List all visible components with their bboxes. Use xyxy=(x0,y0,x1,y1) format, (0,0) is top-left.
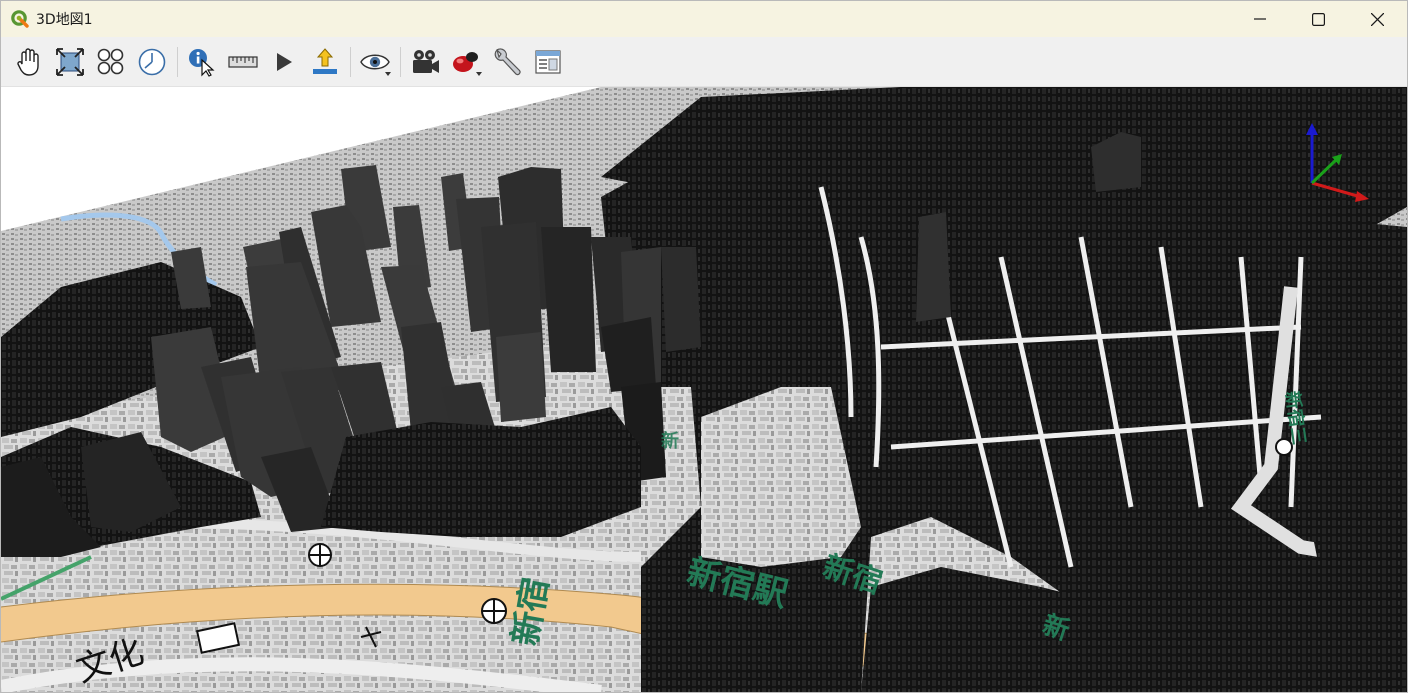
3d-view-toolbar xyxy=(1,37,1407,87)
export-icon xyxy=(313,47,337,74)
window-title: 3D地図1 xyxy=(36,12,93,28)
options-button[interactable] xyxy=(489,44,525,80)
maximize-button[interactable] xyxy=(1289,1,1348,37)
scenes-icon xyxy=(413,49,439,73)
on-screen-2d-map-button[interactable] xyxy=(134,44,170,80)
3d-scene[interactable]: 新宿駅 新宿 新宿 文化 新 新宿三 新 xyxy=(1,87,1407,692)
label-mid: 新 xyxy=(661,430,679,452)
camera-icon xyxy=(360,54,390,69)
map-themes-button[interactable] xyxy=(530,44,566,80)
animation-button[interactable] xyxy=(266,44,302,80)
minimize-button[interactable] xyxy=(1230,1,1289,37)
on-screen-2d-map-icon xyxy=(138,48,166,75)
close-icon xyxy=(1371,12,1384,26)
qgis-logo-icon xyxy=(11,10,29,28)
animation-icon xyxy=(277,52,292,71)
close-button[interactable] xyxy=(1348,1,1407,37)
pan-icon xyxy=(17,47,39,76)
camera-dropdown-button[interactable] xyxy=(357,44,393,80)
toggle-navigation-button[interactable] xyxy=(93,44,129,80)
export-button[interactable] xyxy=(307,44,343,80)
toolbar-separator xyxy=(177,46,178,77)
title-bar[interactable]: 3D地図1 xyxy=(1,1,1407,37)
pan-button[interactable] xyxy=(11,44,47,80)
effects-dropdown-button[interactable] xyxy=(448,44,484,80)
identify-icon xyxy=(189,48,215,77)
minimize-icon xyxy=(1253,18,1266,20)
scenes-button[interactable] xyxy=(407,44,443,80)
map-themes-icon xyxy=(535,49,561,74)
measure-button[interactable] xyxy=(225,44,261,80)
zoom-full-icon xyxy=(56,47,84,76)
3d-map-canvas[interactable]: 新宿駅 新宿 新宿 文化 新 新宿三 新 xyxy=(1,87,1407,692)
maximize-icon xyxy=(1312,12,1325,26)
effects-icon xyxy=(453,51,478,72)
toolbar-separator xyxy=(350,46,351,77)
toggle-on-screen-navigation-icon xyxy=(97,48,124,74)
identify-button[interactable] xyxy=(184,44,220,80)
toolbar-separator xyxy=(400,46,401,77)
zoom-full-button[interactable] xyxy=(52,44,88,80)
measure-icon xyxy=(228,55,258,68)
3d-map-window: 3D地図1 新宿駅 新宿 新宿 文化 新 新宿三 新 xyxy=(0,0,1408,693)
options-icon xyxy=(494,47,521,75)
